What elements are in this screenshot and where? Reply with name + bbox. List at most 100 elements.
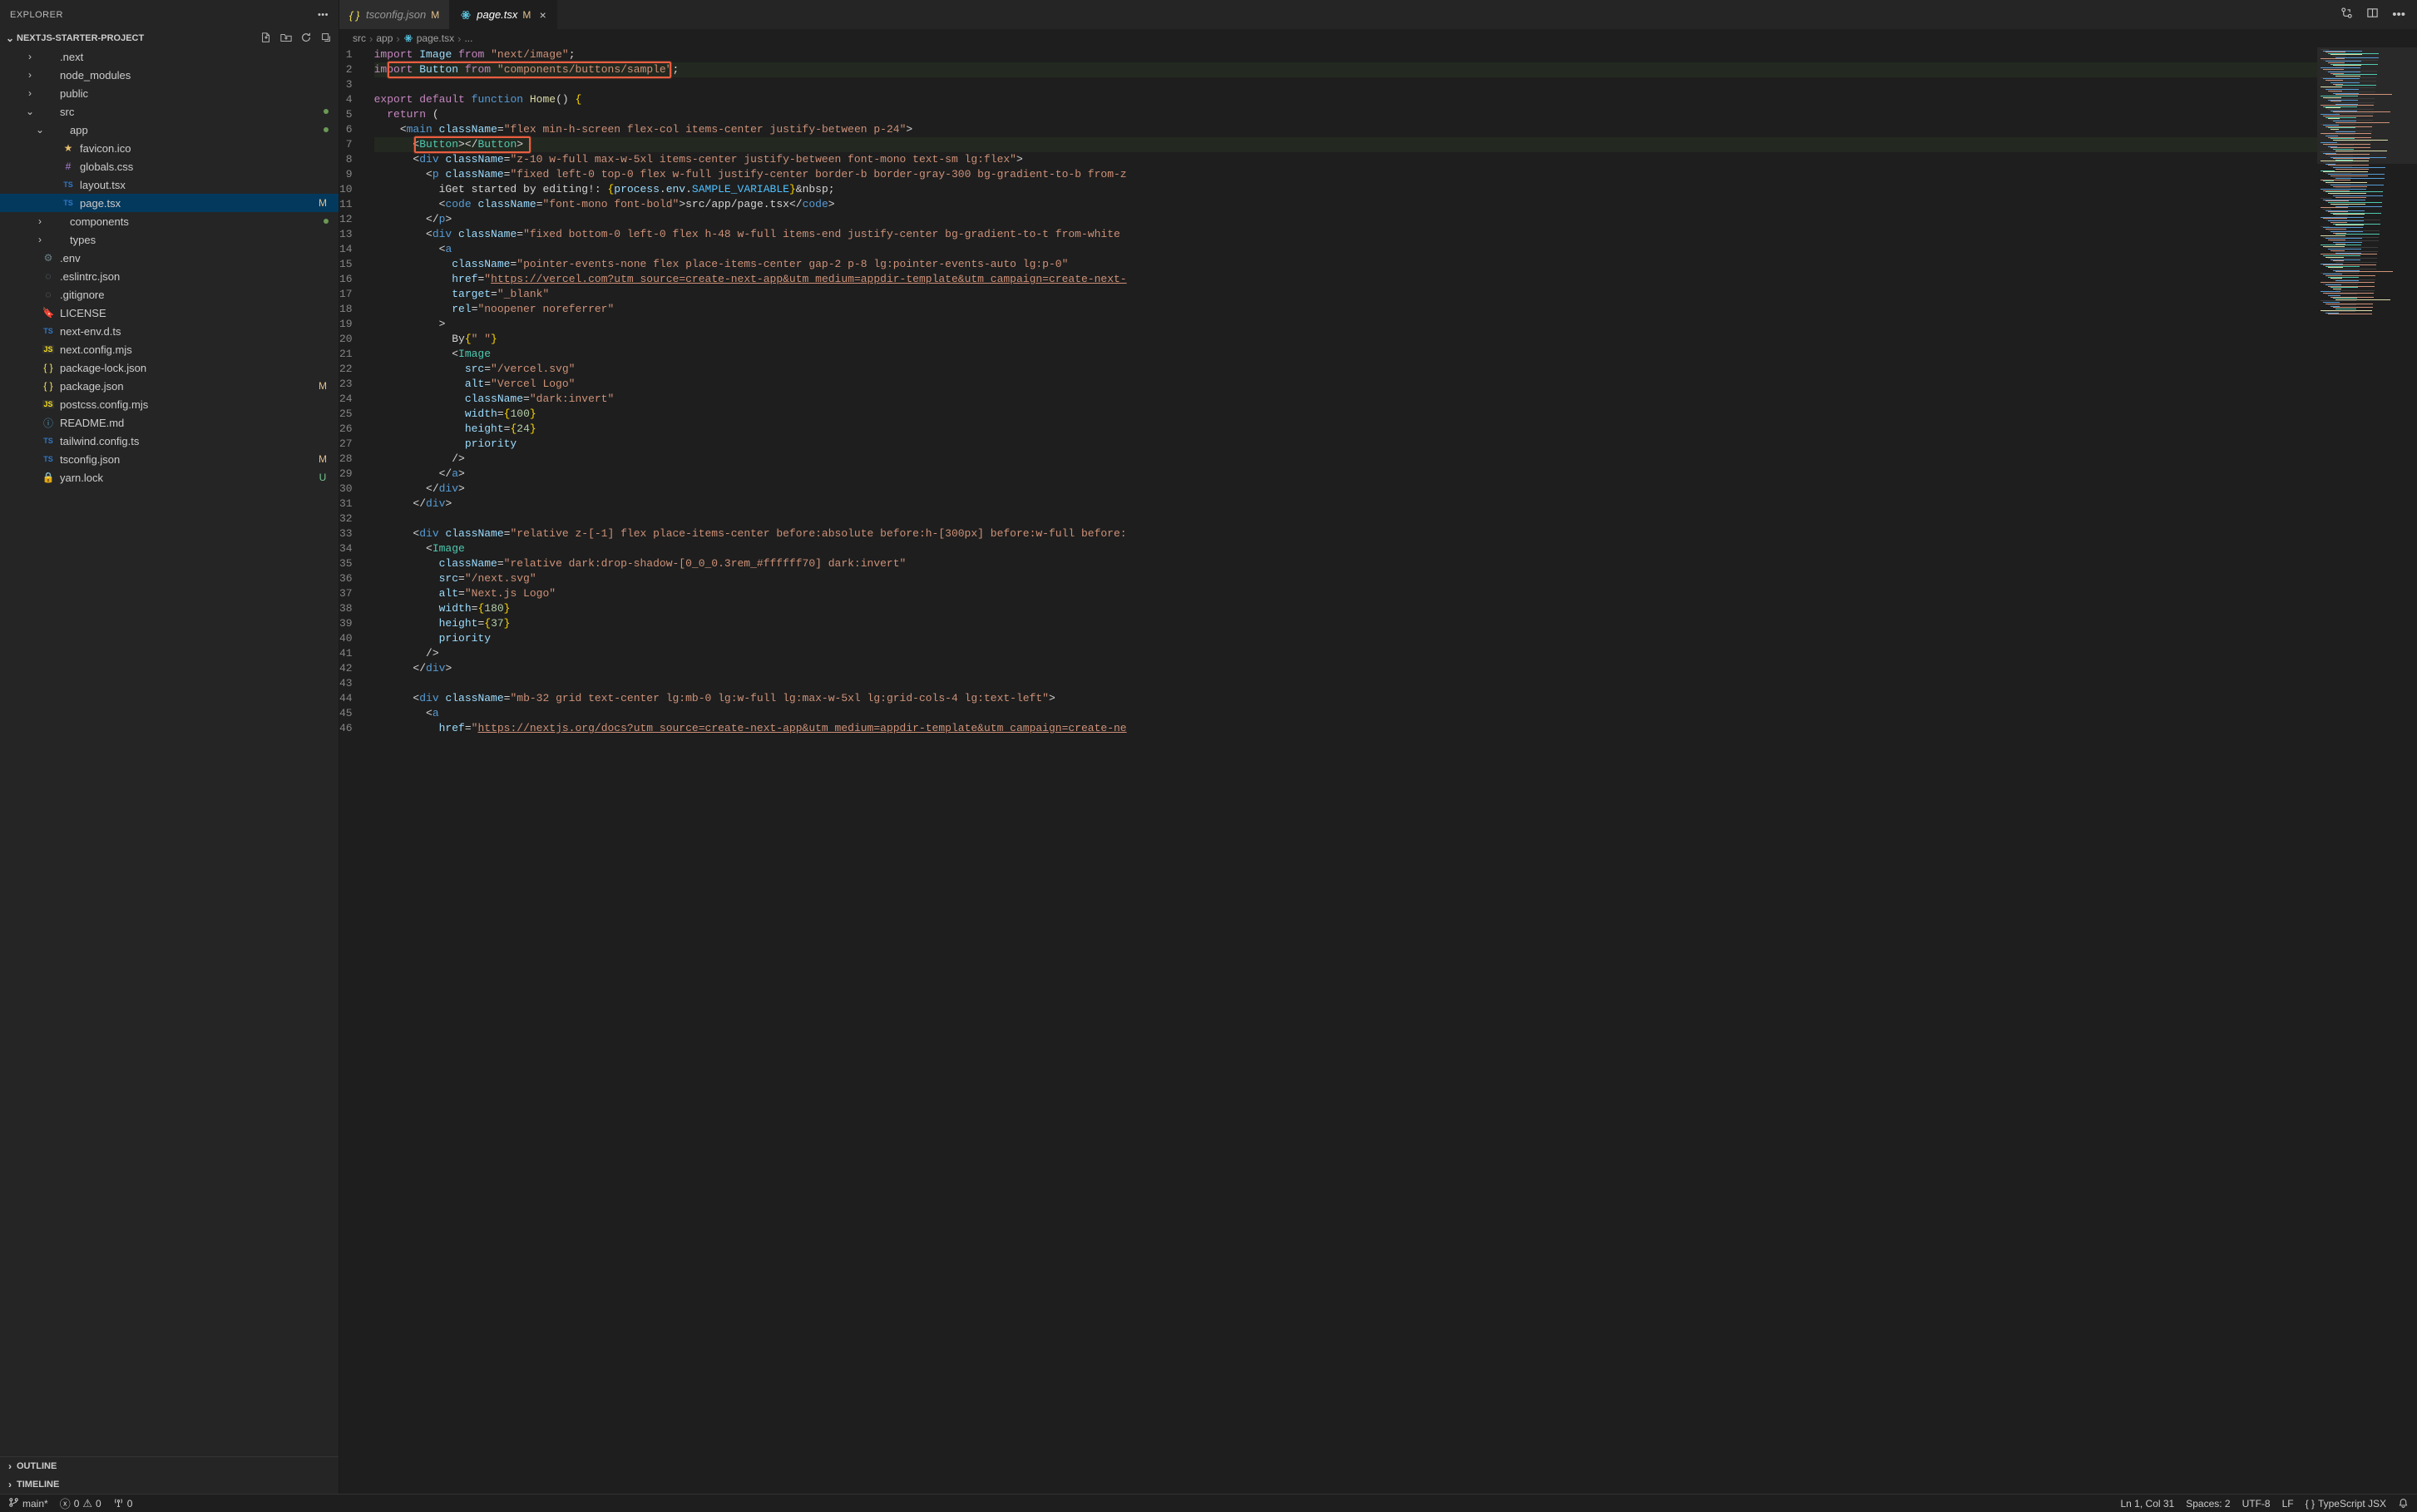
file-name: .eslintrc.json (60, 270, 329, 283)
env-icon: ◌ (42, 269, 55, 283)
compare-changes-icon[interactable] (2340, 7, 2353, 22)
folder-row[interactable]: ›types (0, 230, 339, 249)
chevron-right-icon: › (3, 1479, 17, 1490)
close-icon[interactable]: × (539, 8, 546, 22)
chevron-right-icon: › (396, 32, 399, 45)
ports-indicator[interactable]: 0 (113, 1497, 133, 1510)
file-row[interactable]: { }package.jsonM (0, 377, 339, 395)
ts-icon: TS (42, 434, 55, 447)
react-file-icon (460, 9, 472, 21)
file-row[interactable]: ★ favicon.ico (0, 139, 339, 157)
json-icon: { } (42, 379, 55, 393)
editor-tabs: { } tsconfig.json M page.tsx M × ••• (339, 0, 2417, 29)
new-file-icon[interactable] (260, 32, 272, 46)
chevron-right-icon: › (3, 1460, 17, 1472)
folder-row[interactable]: ⌄src (0, 102, 339, 121)
breadcrumb-segment[interactable]: ... (464, 32, 472, 44)
file-tree[interactable]: ›.next›node_modules›public⌄src⌄app ★ favic… (0, 47, 339, 1456)
file-name: layout.tsx (80, 179, 329, 191)
json-file-icon: { } (349, 9, 361, 21)
file-row[interactable]: TS layout.tsx (0, 175, 339, 194)
split-editor-icon[interactable] (2366, 7, 2379, 22)
file-name: globals.css (80, 161, 329, 173)
minimap[interactable] (2317, 47, 2417, 1494)
warning-icon: ⚠ (82, 1497, 92, 1510)
tab-label: tsconfig.json (366, 8, 426, 21)
project-section-header[interactable]: ⌄ NEXTJS-STARTER-PROJECT (0, 29, 339, 47)
timeline-section-header[interactable]: › TIMELINE (0, 1475, 339, 1494)
file-row[interactable]: 🔖LICENSE (0, 304, 339, 322)
file-name: .env (60, 252, 329, 264)
file-row[interactable]: ◌ .eslintrc.json (0, 267, 339, 285)
breadcrumb-segment[interactable]: page.tsx (417, 32, 454, 44)
indentation-status[interactable]: Spaces: 2 (2186, 1498, 2230, 1510)
notifications-icon[interactable] (2398, 1498, 2409, 1509)
file-row[interactable]: 🔒yarn.lockU (0, 468, 339, 487)
file-row[interactable]: TSnext-env.d.ts (0, 322, 339, 340)
lic-icon: 🔖 (42, 306, 55, 319)
tab-tsconfig[interactable]: { } tsconfig.json M (339, 0, 450, 29)
file-row[interactable]: JSpostcss.config.mjs (0, 395, 339, 413)
project-name: NEXTJS-STARTER-PROJECT (17, 33, 144, 43)
breadcrumb-segment[interactable]: app (376, 32, 393, 44)
json-icon: { } (42, 361, 55, 374)
outline-section-header[interactable]: › OUTLINE (0, 1457, 339, 1475)
folder-row[interactable]: ⌄app (0, 121, 339, 139)
folder-icon (52, 123, 65, 136)
modified-dot (324, 127, 329, 132)
chevron-down-icon: ⌄ (23, 106, 37, 117)
folder-row[interactable]: ›components (0, 212, 339, 230)
file-row[interactable]: JS next.config.mjs (0, 340, 339, 358)
eol-status[interactable]: LF (2282, 1498, 2294, 1510)
scm-badge: U (317, 472, 329, 483)
folder-icon (52, 215, 65, 228)
breadcrumb-segment[interactable]: src (353, 32, 366, 44)
folder-icon (42, 68, 55, 82)
outline-label: OUTLINE (17, 1461, 57, 1471)
scm-badge: M (317, 380, 329, 392)
folder-icon (52, 233, 65, 246)
file-row[interactable]: { } package-lock.json (0, 358, 339, 377)
encoding-status[interactable]: UTF-8 (2242, 1498, 2271, 1510)
folder-row[interactable]: ›public (0, 84, 339, 102)
file-row[interactable]: ⓘREADME.md (0, 413, 339, 432)
code-content[interactable]: import Image from "next/image";import Bu… (374, 47, 2317, 736)
folder-row[interactable]: ›node_modules (0, 66, 339, 84)
file-row[interactable]: ◌.gitignore (0, 285, 339, 304)
error-icon: ⓧ (60, 1495, 71, 1511)
explorer-more-icon[interactable]: ••• (318, 10, 329, 20)
tab-page-tsx[interactable]: page.tsx M × (450, 0, 556, 29)
language-mode[interactable]: { } TypeScript JSX (2306, 1498, 2386, 1510)
file-row[interactable]: TStailwind.config.ts (0, 432, 339, 450)
chevron-right-icon: › (457, 32, 461, 45)
star-icon: ★ (62, 141, 75, 155)
folder-row[interactable]: ›.next (0, 47, 339, 66)
file-name: yarn.lock (60, 472, 312, 484)
editor-area: { } tsconfig.json M page.tsx M × ••• (339, 0, 2417, 1494)
file-name: package-lock.json (60, 362, 329, 374)
file-row[interactable]: ⚙.env (0, 249, 339, 267)
collapse-all-icon[interactable] (320, 32, 332, 46)
js-icon: JS (42, 343, 55, 356)
tab-modified-badge: M (522, 9, 531, 21)
code-editor[interactable]: 1234567891011121314151617181920212223242… (339, 47, 2317, 1494)
timeline-label: TIMELINE (17, 1480, 59, 1490)
problems-indicator[interactable]: ⓧ 0 ⚠ 0 (60, 1495, 101, 1511)
file-row[interactable]: TStsconfig.jsonM (0, 450, 339, 468)
file-row[interactable]: #globals.css (0, 157, 339, 175)
ts-icon: TS (62, 178, 75, 191)
file-name: next.config.mjs (60, 343, 329, 356)
file-name: favicon.ico (80, 142, 329, 155)
explorer-title: EXPLORER (10, 10, 63, 20)
cursor-position[interactable]: Ln 1, Col 31 (2121, 1498, 2175, 1510)
ts-icon: TS (42, 452, 55, 466)
file-row[interactable]: TSpage.tsxM (0, 194, 339, 212)
breadcrumbs[interactable]: src › app › page.tsx › ... (339, 29, 2417, 47)
branch-indicator[interactable]: main* (8, 1497, 48, 1510)
more-actions-icon[interactable]: ••• (2392, 7, 2405, 22)
chevron-right-icon: › (23, 69, 37, 81)
refresh-icon[interactable] (300, 32, 312, 46)
new-folder-icon[interactable] (280, 32, 292, 46)
ports-count: 0 (127, 1498, 133, 1510)
chevron-down-icon: ⌄ (3, 32, 17, 44)
